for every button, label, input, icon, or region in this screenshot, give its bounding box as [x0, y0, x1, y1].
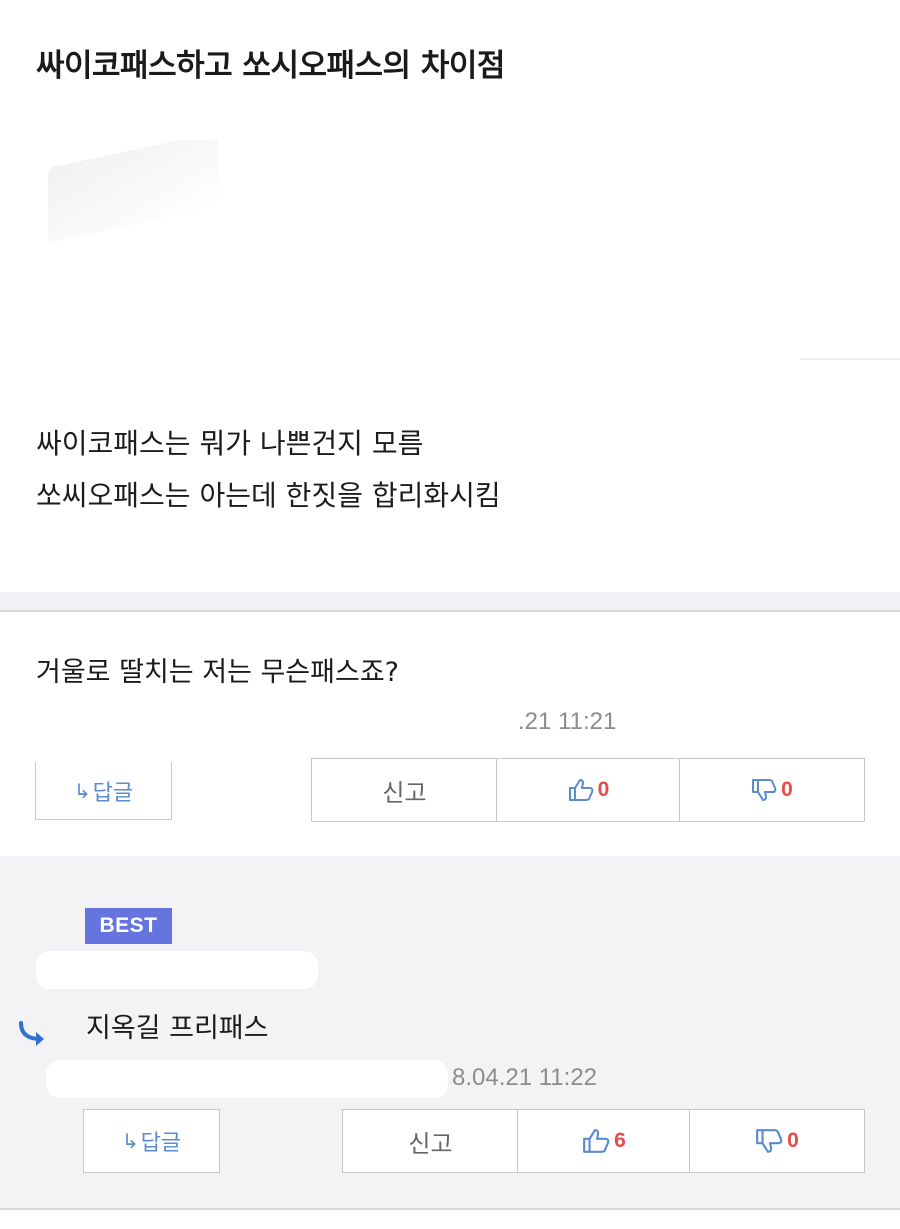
comment-text: 거울로 딸치는 저는 무슨패스죠? [36, 657, 399, 688]
report-button[interactable]: 신고 [311, 758, 498, 822]
faded-image [48, 140, 218, 244]
comment: 거울로 딸치는 저는 무슨패스죠? .21 11:21 ↳ 답글 신고 0 0 [0, 612, 900, 858]
like-count: 6 [614, 1129, 626, 1152]
report-button[interactable]: 신고 [342, 1109, 519, 1173]
like-button[interactable]: 6 [517, 1109, 691, 1173]
redacted-author [34, 702, 514, 738]
best-badge: BEST [85, 908, 172, 944]
reply-label: 답글 [92, 780, 134, 806]
reply-arrow-icon: ↳ [121, 1129, 139, 1153]
faded-header-area [40, 140, 900, 370]
dislike-button[interactable]: 0 [679, 758, 865, 822]
dislike-button[interactable]: 0 [689, 1109, 865, 1173]
report-label: 신고 [382, 778, 427, 807]
reply-button[interactable]: ↳ 답글 [83, 1109, 220, 1173]
post-title: 싸이코패스하고 쏘시오패스의 차이점 [36, 48, 505, 84]
reply-arrow-icon [16, 1020, 50, 1052]
post-body: 싸이코패스는 뭐가 나쁜건지 모름 쏘씨오패스는 아는데 한짓을 합리화시킴 [36, 418, 501, 522]
comment-timestamp: 8.04.21 11:22 [452, 1064, 598, 1091]
post-body-line: 싸이코패스는 뭐가 나쁜건지 모름 [36, 427, 424, 460]
dislike-count: 0 [787, 1129, 799, 1152]
reply-arrow-icon: ↳ [73, 778, 91, 803]
comment-timestamp: .21 11:21 [518, 708, 617, 735]
dislike-count: 0 [781, 778, 793, 801]
thumbs-down-icon [751, 778, 777, 802]
post-body-line: 쏘씨오패스는 아는데 한짓을 합리화시킴 [36, 479, 501, 512]
redacted-author [36, 951, 318, 989]
thumbs-up-icon [568, 778, 594, 802]
divider [800, 358, 900, 360]
thumbs-down-icon [755, 1128, 783, 1154]
like-count: 0 [597, 778, 610, 801]
best-comment: BEST 지옥길 프리패스 8.04.21 11:22 ↳ 답글 신고 6 0 [0, 856, 900, 1210]
like-button[interactable]: 0 [496, 758, 681, 822]
redacted-author [46, 1060, 448, 1098]
thumbs-up-icon [582, 1128, 610, 1154]
report-label: 신고 [408, 1129, 453, 1158]
comments-divider [0, 592, 900, 612]
comment-text: 지옥길 프리패스 [86, 1013, 269, 1044]
reply-label: 답글 [140, 1131, 182, 1156]
reply-button[interactable]: ↳ 답글 [35, 762, 172, 820]
